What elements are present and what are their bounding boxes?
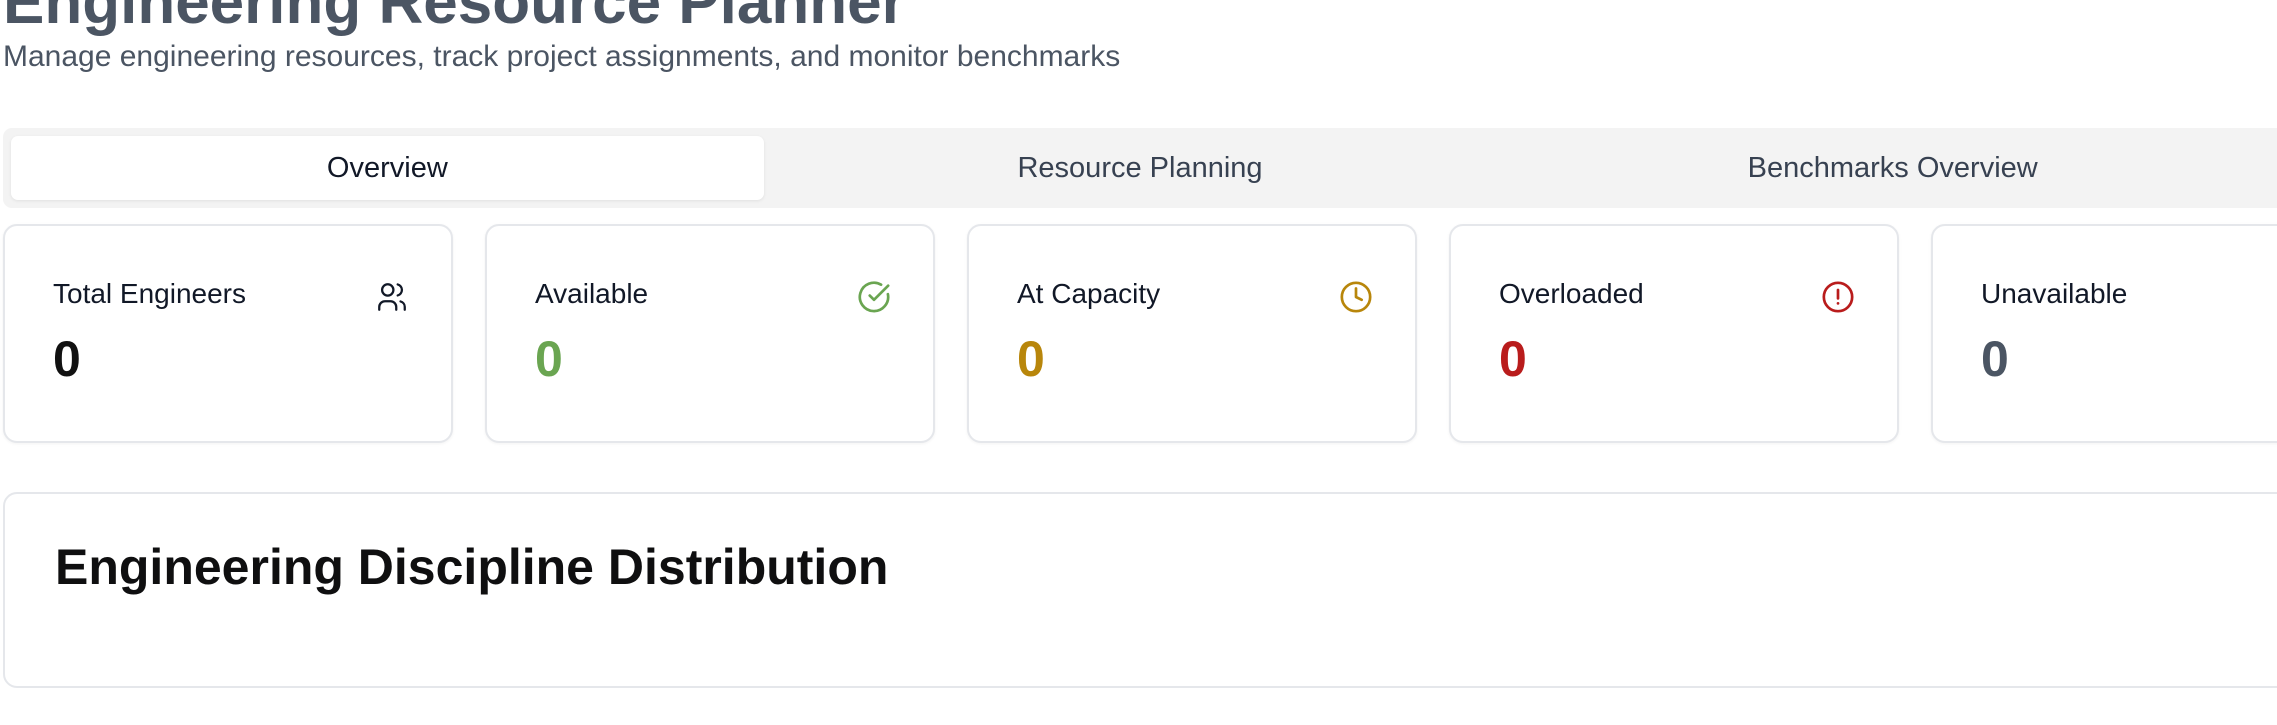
stat-value: 0 (1981, 331, 2009, 387)
alert-circle-icon (1821, 280, 1855, 314)
tab-list: Overview Resource Planning Benchmarks Ov… (3, 128, 2277, 208)
tab-overview[interactable]: Overview (11, 136, 764, 200)
stat-card-overloaded: Overloaded 0 (1449, 224, 1899, 443)
discipline-distribution-card: Engineering Discipline Distribution (3, 492, 2277, 688)
discipline-distribution-title: Engineering Discipline Distribution (55, 539, 889, 595)
clock-icon (1339, 280, 1373, 314)
stat-card-available: Available 0 (485, 224, 935, 443)
check-circle-icon (857, 280, 891, 314)
stat-label: Total Engineers (53, 278, 247, 309)
page-subtitle: Manage engineering resources, track proj… (3, 40, 1121, 73)
stat-label: Unavailable (1981, 278, 2128, 309)
stat-label: Overloaded (1499, 278, 1644, 309)
stat-label: At Capacity (1017, 278, 1161, 309)
page-title: Engineering Resource Planner (3, 0, 906, 37)
stat-value: 0 (53, 331, 81, 387)
stat-value: 0 (535, 331, 563, 387)
stat-label: Available (535, 278, 649, 309)
stat-card-total-engineers: Total Engineers 0 (3, 224, 453, 443)
tab-resource-planning[interactable]: Resource Planning (764, 136, 1517, 200)
tab-benchmarks-overview[interactable]: Benchmarks Overview (1516, 136, 2269, 200)
users-icon (375, 280, 409, 314)
stat-value: 0 (1017, 331, 1045, 387)
page: Engineering Resource Planner Manage engi… (0, 0, 2277, 725)
stat-card-at-capacity: At Capacity 0 (967, 224, 1417, 443)
stat-card-unavailable: Unavailable 0 (1931, 224, 2277, 443)
stat-value: 0 (1499, 331, 1527, 387)
